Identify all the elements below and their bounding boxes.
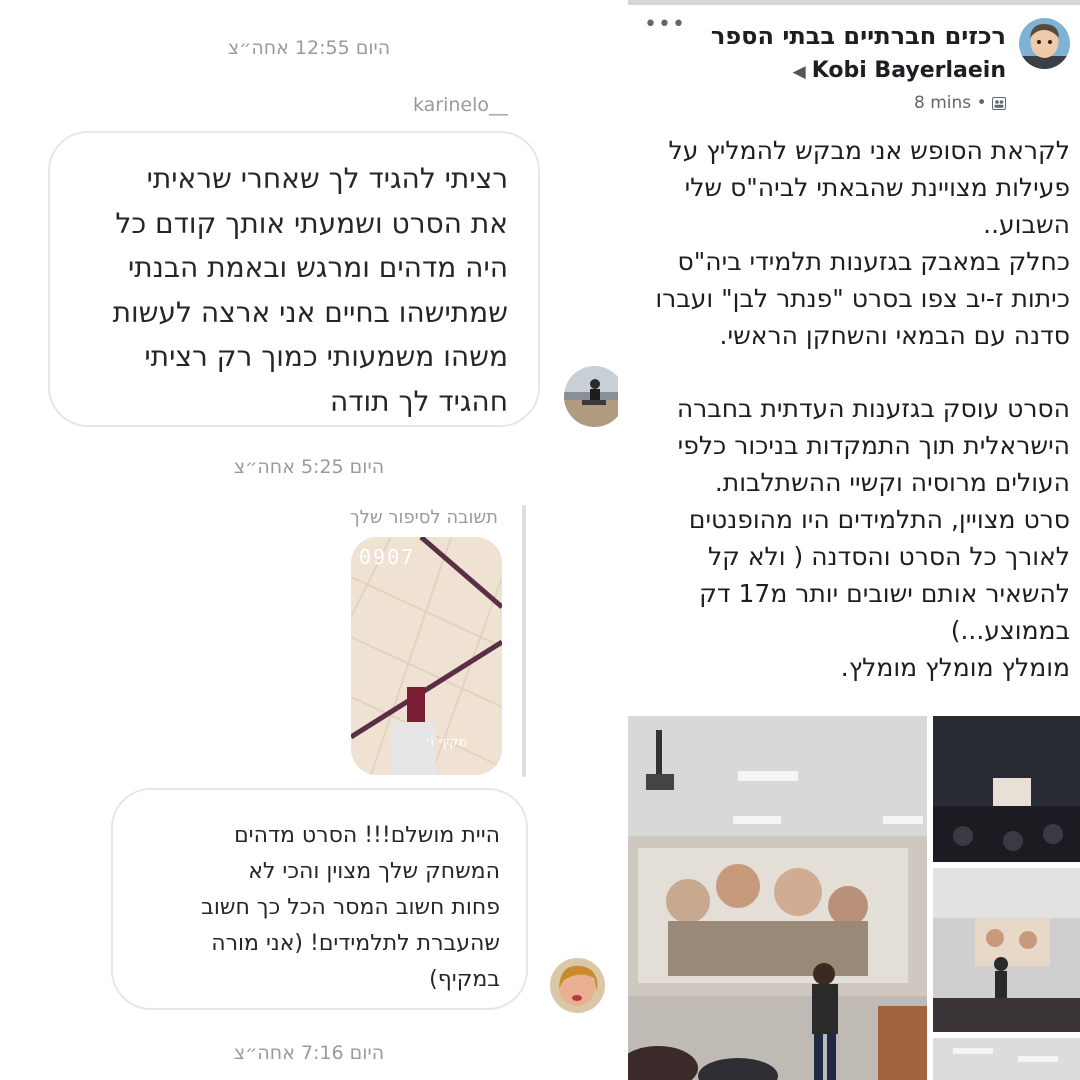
post-text-line: לקראת הסופש אני מבקש להמליץ על [668, 136, 1071, 165]
message-line: את הסרט ושמעתי אותך קודם כל [115, 206, 508, 240]
post-text-line: כיתות ז-יב צפו בסרט "פנתר לבן" ועברו [655, 283, 1070, 313]
message-line: חהגיד לך תודה [329, 384, 508, 418]
post-text-line: סדנה עם הבמאי והשחקן הראשי. [719, 320, 1070, 350]
message-line: שהעברת לתלמידים! (אני מורה [211, 931, 500, 956]
group-name[interactable]: רכזים חברתיים בבתי הספר [711, 22, 1006, 50]
triangle-arrow-icon: ◀ [792, 62, 806, 82]
post-photo[interactable] [933, 716, 1080, 862]
message-line: רציתי להגיד לך שאחרי שראיתי [146, 162, 508, 195]
post-text-line: לאורך כל הסרט והסדנה ( ולא קל [707, 541, 1070, 571]
chat-timestamp: היום 5:25 אחה״צ [233, 456, 385, 478]
story-location-tag: מקיף ו׳ [425, 735, 468, 750]
divider [628, 0, 1080, 5]
more-options-icon[interactable]: ••• [644, 12, 686, 37]
post-text-line: מומלץ מומלץ מומלץ. [840, 652, 1070, 682]
post-body: לקראת הסופש אני מבקש להמליץ על פעילות מצ… [634, 133, 1070, 687]
post-text-line: בממוצע...) [950, 615, 1070, 645]
story-thumbnail[interactable]: 0907 מקיף ו׳ [351, 537, 502, 775]
post-text-line: סרט מצויין, התלמידים היו מהופנטים [688, 505, 1070, 535]
reply-divider [522, 505, 526, 777]
message-line: היה מדהים ומרגש ובאמת הבנתי [127, 251, 508, 284]
post-text-line: הישראלית תוך התמקדות בניכור כלפי [677, 431, 1070, 461]
chat-timestamp: היום 12:55 אחה״צ [227, 37, 391, 59]
post-text-line: פעילות מצויינת שהבאתי לביה"ס שלי [684, 172, 1070, 202]
sender-username[interactable]: karinelo__ [413, 94, 508, 116]
post-photo[interactable] [933, 1038, 1080, 1080]
author-avatar[interactable] [1019, 18, 1070, 69]
message-bubble-incoming[interactable]: רציתי להגיד לך שאחרי שראיתי את הסרט ושמע… [48, 131, 540, 427]
sender-avatar[interactable] [550, 958, 605, 1013]
group-privacy-icon [992, 97, 1006, 110]
post-time-text: 8 mins [914, 93, 972, 113]
post-text-line: הסרט עוסק בגזענות העדתית בחברה [676, 394, 1070, 424]
post-text-line [634, 354, 1070, 391]
chat-timestamp: היום 7:16 אחה״צ [233, 1042, 385, 1064]
story-reply-label: תשובה לסיפור שלך [350, 507, 498, 528]
message-line: פחות חשוב המסר הכל כך חשוב [201, 895, 500, 920]
sender-avatar[interactable] [564, 366, 618, 427]
post-text-line: העולים מרוסיה וקשיי ההשתלבות. [714, 468, 1070, 498]
message-bubble-outgoing[interactable]: היית מושלם!!! הסרט מדהים המשחק שלך מצוין… [111, 788, 528, 1010]
dot-separator: • [976, 93, 987, 113]
message-line: המשחק שלך מצוין והכי לא [248, 859, 500, 884]
message-line: במקיף) [429, 967, 500, 992]
chat-panel: היום 12:55 אחה״צ karinelo__ רציתי להגיד … [0, 0, 618, 1080]
author-name[interactable]: ◀ Kobi Bayerlaein [793, 58, 1006, 83]
post-text-line: להשאיר אותם ישובים יותר מ17 דק [699, 578, 1070, 608]
story-overlay-digits: 0907 [359, 545, 416, 569]
facebook-post: רכזים חברתיים בבתי הספר ◀ Kobi Bayerlaein… [628, 0, 1080, 1080]
post-photo-main[interactable] [628, 716, 927, 1080]
post-text-line: כחלק במאבק בגזענות תלמידי ביה"ס [677, 246, 1070, 276]
post-time[interactable]: 8 mins • [914, 93, 1006, 113]
message-line: שמתישהו בחיים אני ארצה לעשות [112, 295, 508, 329]
message-line: משהו משמעותי כמוך רק רציתי [144, 340, 508, 373]
author-name-text: Kobi Bayerlaein [811, 58, 1006, 83]
post-text-line: השבוע.. [983, 209, 1070, 239]
post-photo[interactable] [933, 868, 1080, 1032]
photo-grid [628, 716, 1080, 1080]
message-line: היית מושלם!!! הסרט מדהים [234, 823, 500, 848]
